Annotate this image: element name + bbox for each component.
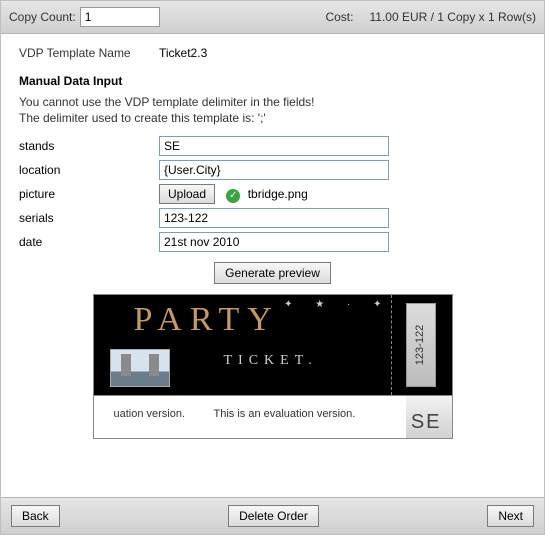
- preview-party-text: PARTY: [134, 301, 280, 339]
- check-icon: ✓: [226, 189, 240, 203]
- stands-input[interactable]: [159, 136, 389, 156]
- generate-preview-button[interactable]: Generate preview: [214, 262, 331, 284]
- preview-ticket-text: TICKET.: [224, 353, 318, 369]
- note-line-1: You cannot use the VDP template delimite…: [19, 95, 315, 109]
- bridge-icon: [110, 349, 170, 387]
- back-button[interactable]: Back: [11, 505, 60, 527]
- upload-button[interactable]: Upload: [159, 184, 215, 204]
- ticket-preview-image: PARTY TICKET. 123-122: [93, 294, 453, 396]
- template-name-value: Ticket2.3: [159, 46, 526, 60]
- footer-bar: Back Delete Order Next: [1, 497, 544, 534]
- picture-filename: tbridge.png: [248, 187, 308, 201]
- evaluation-strip: uation version. This is an evaluation ve…: [93, 396, 453, 439]
- window: Copy Count: Cost: 11.00 EUR / 1 Copy x 1…: [0, 0, 545, 535]
- location-input[interactable]: [159, 160, 389, 180]
- ticket-perforation: [391, 295, 392, 395]
- cost-label: Cost:: [325, 10, 353, 24]
- cost-value: 11.00 EUR / 1 Copy x 1 Row(s): [369, 10, 536, 24]
- serials-input[interactable]: [159, 208, 389, 228]
- template-name-label: VDP Template Name: [19, 46, 159, 60]
- section-title: Manual Data Input: [19, 74, 526, 88]
- serials-label: serials: [19, 211, 159, 225]
- content-area: VDP Template Name Ticket2.3 Manual Data …: [1, 34, 544, 439]
- preview-panel: PARTY TICKET. 123-122 uation version. Th…: [93, 294, 453, 439]
- top-bar: Copy Count: Cost: 11.00 EUR / 1 Copy x 1…: [1, 1, 544, 34]
- copy-count-input[interactable]: [80, 7, 160, 27]
- location-label: location: [19, 163, 159, 177]
- delimiter-note: You cannot use the VDP template delimite…: [19, 94, 526, 126]
- stub-serial: 123-122: [415, 325, 427, 365]
- date-input[interactable]: [159, 232, 389, 252]
- ticket-stub: 123-122: [406, 303, 436, 387]
- eval-text-1: uation version.: [114, 408, 186, 420]
- date-label: date: [19, 235, 159, 249]
- stands-label: stands: [19, 139, 159, 153]
- note-line-2: The delimiter used to create this templa…: [19, 111, 266, 125]
- copy-count-label: Copy Count:: [9, 10, 76, 24]
- delete-order-button[interactable]: Delete Order: [228, 505, 319, 527]
- eval-text-2: This is an evaluation version.: [214, 408, 356, 420]
- preview-se-text: SE: [411, 411, 442, 434]
- picture-label: picture: [19, 187, 159, 201]
- next-button[interactable]: Next: [487, 505, 534, 527]
